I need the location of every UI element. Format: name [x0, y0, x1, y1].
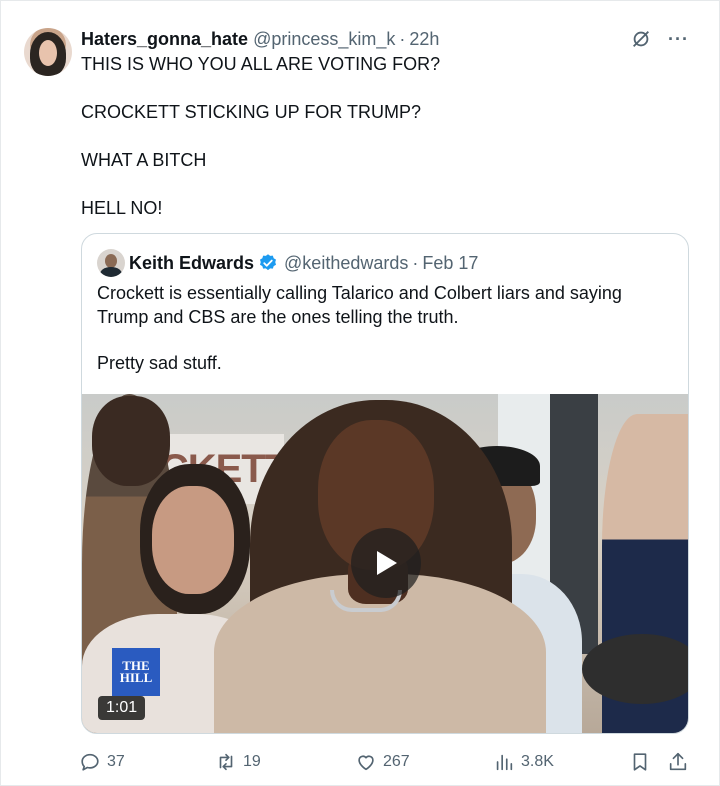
author-avatar[interactable]	[24, 28, 72, 76]
share-icon	[669, 752, 687, 771]
reply-icon	[81, 753, 99, 771]
the-hill-logo: THE HILL	[112, 648, 160, 696]
play-icon	[377, 551, 397, 575]
post-text-line: THIS IS WHO YOU ALL ARE VOTING FOR?	[81, 54, 441, 74]
reply-button[interactable]: 37	[79, 749, 125, 775]
share-button[interactable]	[667, 749, 689, 775]
post-top-actions: ···	[630, 28, 689, 50]
quote-text-line: Crockett is essentially calling Talarico…	[97, 283, 622, 327]
author-handle[interactable]: @princess_kim_k	[253, 29, 395, 50]
quote-author-name[interactable]: Keith Edwards	[129, 253, 254, 274]
quote-avatar-face	[105, 254, 117, 268]
quote-author-handle[interactable]: @keithedwards	[284, 253, 408, 274]
verified-icon	[260, 254, 277, 271]
quote-text-line: Pretty sad stuff.	[97, 353, 222, 373]
post-card[interactable]: Haters_gonna_hate @princess_kim_k · 22h …	[0, 0, 720, 786]
views-count: 3.8K	[521, 753, 554, 770]
grok-icon[interactable]	[630, 28, 652, 50]
quote-author-avatar[interactable]	[97, 249, 125, 277]
action-bar: 37 19 267 3.8K	[79, 749, 695, 775]
post-body: THIS IS WHO YOU ALL ARE VOTING FOR? CROC…	[81, 52, 681, 244]
post-text-line: CROCKETT STICKING UP FOR TRUMP?	[81, 102, 422, 122]
quote-header: Keith Edwards @keithedwards · Feb 17	[129, 250, 478, 276]
repost-icon	[219, 753, 233, 771]
video-duration: 1:01	[98, 696, 146, 720]
post-header: Haters_gonna_hate @princess_kim_k · 22h	[81, 27, 439, 51]
views-icon	[496, 754, 513, 771]
logo-line: HILL	[119, 670, 153, 685]
quote-body: Crockett is essentially calling Talarico…	[97, 281, 667, 397]
views-button[interactable]: 3.8K	[493, 749, 554, 775]
quote-timestamp[interactable]: Feb 17	[422, 253, 478, 274]
more-icon[interactable]: ···	[668, 29, 689, 49]
bystander-left-head	[92, 396, 170, 486]
reply-count: 37	[107, 753, 125, 770]
post-text-line: WHAT A BITCH	[81, 150, 207, 170]
bookmark-icon	[633, 753, 647, 771]
microphone	[582, 634, 688, 704]
like-icon	[358, 755, 374, 771]
video-player[interactable]: CKETT THE HILL 1:01	[82, 394, 688, 733]
bookmark-button[interactable]	[629, 749, 651, 775]
quote-avatar-body	[100, 267, 122, 277]
like-button[interactable]: 267	[355, 749, 410, 775]
post-text-line: HELL NO!	[81, 198, 163, 218]
post-timestamp[interactable]: 22h	[409, 29, 439, 50]
quoted-post[interactable]: Keith Edwards @keithedwards · Feb 17 Cro…	[81, 233, 689, 734]
repost-button[interactable]: 19	[215, 749, 261, 775]
bystander-woman-face	[152, 486, 234, 594]
author-name[interactable]: Haters_gonna_hate	[81, 29, 248, 50]
repost-count: 19	[243, 753, 261, 770]
like-count: 267	[383, 753, 410, 770]
quote-header-separator: ·	[412, 252, 419, 273]
avatar-face	[39, 40, 57, 66]
play-button[interactable]	[351, 528, 421, 598]
header-separator: ·	[399, 28, 406, 49]
